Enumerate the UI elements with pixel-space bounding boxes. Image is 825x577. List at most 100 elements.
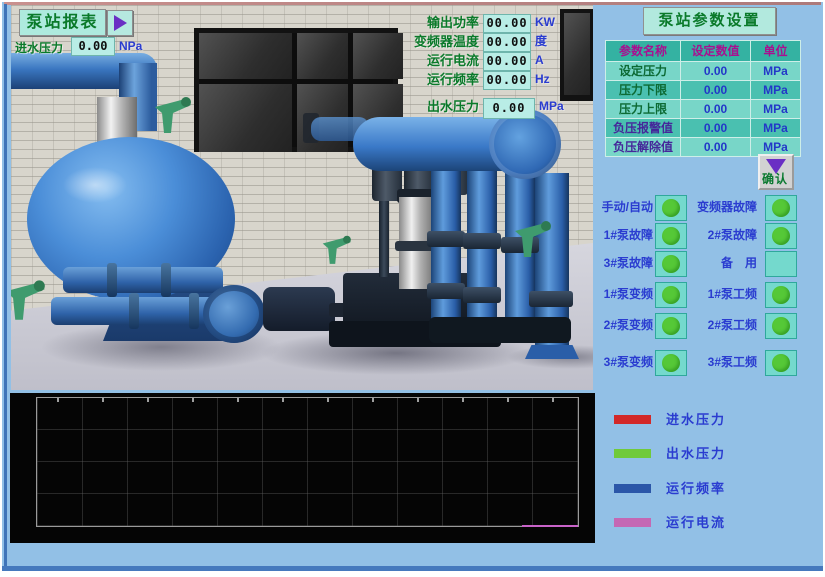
param-value-field[interactable]: 0.00 xyxy=(681,119,751,138)
window-pane xyxy=(199,84,292,152)
confirm-button[interactable]: 确认 xyxy=(758,154,794,190)
output-power-label: 输出功率 xyxy=(383,13,479,32)
status-indicator xyxy=(765,313,797,339)
run-current-value: 00.00 xyxy=(483,52,531,71)
indicator-lamp xyxy=(772,227,790,245)
col-header-name: 参数名称 xyxy=(606,41,681,62)
param-value-field[interactable]: 0.00 xyxy=(681,81,751,100)
status-label-pump3-vfd: 3#泵变频 xyxy=(593,350,653,374)
legend-label: 出水压力 xyxy=(666,445,726,463)
status-label-pump2-vfd: 2#泵变频 xyxy=(593,313,653,337)
status-indicator xyxy=(765,350,797,376)
pipe-flange-ring xyxy=(189,293,199,329)
table-row: 压力上限 0.00 MPa xyxy=(606,100,801,119)
status-indicator xyxy=(655,350,687,376)
outlet-pressure-label: 出水压力 xyxy=(383,97,479,116)
status-row: 2#泵变频 2#泵工频 xyxy=(599,313,825,337)
riser-pipe xyxy=(467,167,497,339)
pipe-end-flange xyxy=(203,285,265,343)
status-label-manual-auto: 手动/自动 xyxy=(593,195,653,219)
status-indicator xyxy=(765,251,797,277)
measurement-row: 出水压力 0.00 MPa xyxy=(11,97,571,116)
status-label-pump1-vfd: 1#泵变频 xyxy=(593,282,653,306)
legend-label: 运行频率 xyxy=(666,480,726,498)
param-unit: MPa xyxy=(751,100,801,119)
run-frequency-unit: Hz xyxy=(535,70,550,89)
status-row: 3#泵变频 3#泵工频 xyxy=(599,350,825,374)
flange-collar xyxy=(427,283,465,299)
col-header-unit: 单位 xyxy=(751,41,801,62)
legend-swatch-run-current xyxy=(614,518,651,527)
pipe-flange-ring xyxy=(107,263,117,297)
indicator-lamp xyxy=(662,255,680,273)
legend-label: 进水压力 xyxy=(666,411,726,429)
run-current-trace xyxy=(522,525,578,527)
flange-collar xyxy=(427,231,465,247)
legend-swatch-outlet-pressure xyxy=(614,449,651,458)
legend-row: 运行频率 xyxy=(599,480,825,498)
run-current-label: 运行电流 xyxy=(383,51,479,70)
status-row: 1#泵故障 2#泵故障 xyxy=(599,223,825,247)
param-unit: MPa xyxy=(751,62,801,81)
status-label-pump1-fault: 1#泵故障 xyxy=(593,223,653,247)
legend-swatch-run-frequency xyxy=(614,484,651,493)
indicator-lamp xyxy=(772,286,790,304)
flange-collar xyxy=(463,287,501,303)
pipe-flange-ring xyxy=(161,263,171,297)
pipe-flange-ring xyxy=(129,293,139,329)
legend-row: 出水压力 xyxy=(599,445,825,463)
param-value-field[interactable]: 0.00 xyxy=(681,100,751,119)
indicator-lamp xyxy=(662,227,680,245)
status-row: 1#泵变频 1#泵工频 xyxy=(599,282,825,306)
inverter-temp-unit: 度 xyxy=(535,32,547,51)
table-row: 设定压力 0.00 MPa xyxy=(606,62,801,81)
settings-table: 参数名称 设定数值 单位 设定压力 0.00 MPa 压力下限 0.00 MPa… xyxy=(605,40,801,157)
axis-ticks xyxy=(37,398,578,402)
col-header-value: 设定数值 xyxy=(681,41,751,62)
pump-column xyxy=(379,201,389,277)
measurement-row: 运行电流 00.00 A xyxy=(11,51,571,70)
trend-chart xyxy=(10,393,595,543)
legend-swatch-inlet-pressure xyxy=(614,415,651,424)
pump-station-3d-scene: 泵站报表 进水压力 0.00 NPa 输出功率 00.00 KW 变频器温度 0… xyxy=(11,5,593,390)
left-accent-line xyxy=(4,4,7,566)
status-label-pump3-fault: 3#泵故障 xyxy=(593,251,653,275)
param-name: 压力上限 xyxy=(606,100,681,119)
flange-collar xyxy=(529,291,573,307)
param-value-field[interactable]: 0.00 xyxy=(681,138,751,157)
tank-highlight xyxy=(63,167,127,203)
window-frame: 泵站报表 进水压力 0.00 NPa 输出功率 00.00 KW 变频器温度 0… xyxy=(2,2,823,571)
bottom-accent-line xyxy=(2,566,823,571)
inverter-temp-label: 变频器温度 xyxy=(383,32,479,51)
status-row: 手动/自动 变频器故障 xyxy=(599,195,825,219)
measurement-row: 运行频率 00.00 Hz xyxy=(11,70,571,89)
output-power-unit: KW xyxy=(535,13,555,32)
valve-icon xyxy=(319,231,353,267)
status-indicator xyxy=(655,223,687,249)
riser-pipe xyxy=(431,165,461,337)
indicator-lamp xyxy=(772,199,790,217)
indicator-lamp xyxy=(662,199,680,217)
trend-plot-area xyxy=(36,397,579,527)
table-row: 负压报警值 0.00 MPa xyxy=(606,119,801,138)
inverter-temp-value: 00.00 xyxy=(483,33,531,52)
indicator-lamp xyxy=(662,354,680,372)
riser-foot xyxy=(525,345,579,359)
hmi-window: 泵站报表 进水压力 0.00 NPa 输出功率 00.00 KW 变频器温度 0… xyxy=(0,0,825,577)
status-label-spare: 备 用 xyxy=(691,251,757,275)
status-row: 3#泵故障 备 用 xyxy=(599,251,825,275)
valve-icon xyxy=(511,215,553,261)
run-frequency-value: 00.00 xyxy=(483,71,531,90)
param-name: 压力下限 xyxy=(606,81,681,100)
measurement-row: 输出功率 00.00 KW xyxy=(11,13,571,32)
param-value-field[interactable]: 0.00 xyxy=(681,62,751,81)
valve-icon xyxy=(11,271,47,327)
status-indicator xyxy=(655,313,687,339)
riser-base-elbows xyxy=(429,317,571,343)
flange-collar xyxy=(463,233,501,249)
status-indicator xyxy=(765,195,797,221)
legend-row: 运行电流 xyxy=(599,514,825,532)
confirm-label: 确认 xyxy=(762,170,788,187)
suction-pipe xyxy=(63,267,223,293)
status-indicator xyxy=(655,195,687,221)
